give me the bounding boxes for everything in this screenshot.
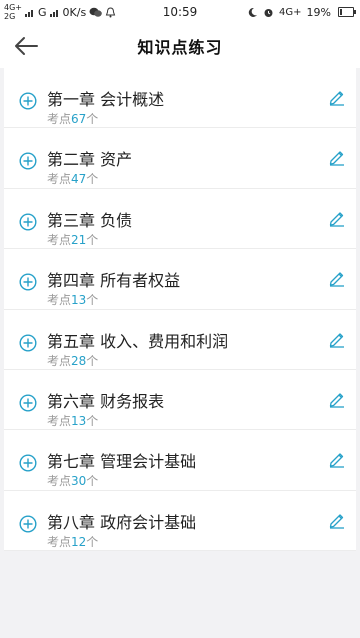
points-prefix: 考点 <box>47 172 72 187</box>
page-title: 知识点练习 <box>137 38 223 57</box>
signal-icon <box>25 9 33 17</box>
points-prefix: 考点 <box>47 112 72 126</box>
points-count: 考点13个 <box>47 291 98 308</box>
edit-pencil-icon[interactable] <box>328 269 346 287</box>
chapter-title: 第五章 收入、费用和利润 <box>47 331 229 351</box>
plus-circle-icon[interactable] <box>19 454 37 472</box>
points-prefix: 考点 <box>47 474 72 489</box>
points-prefix: 考点 <box>47 353 72 368</box>
chapter-list-item[interactable]: 第一章 会计概述 考点67个 <box>4 68 356 129</box>
points-suffix: 个 <box>86 232 99 247</box>
chapter-list-item[interactable]: 第四章 所有者权益 考点13个 <box>4 249 356 310</box>
points-number: 12 <box>71 534 87 549</box>
points-count: 考点67个 <box>47 110 98 127</box>
points-count: 考点21个 <box>47 231 98 248</box>
plus-circle-icon[interactable] <box>19 334 37 352</box>
points-prefix: 考点 <box>47 232 72 247</box>
wechat-icon <box>89 7 102 17</box>
chapter-list-item[interactable]: 第三章 负债 考点21个 <box>4 189 356 250</box>
points-prefix: 考点 <box>47 293 72 308</box>
edit-pencil-icon[interactable] <box>328 88 346 106</box>
points-number: 67 <box>71 112 87 126</box>
battery-level <box>340 9 342 15</box>
chapter-title: 第七章 管理会计基础 <box>47 452 197 472</box>
plus-circle-icon[interactable] <box>19 213 37 231</box>
points-number: 13 <box>71 413 87 428</box>
points-number: 47 <box>71 172 87 187</box>
alarm-icon <box>264 8 273 17</box>
carrier-g-label: G <box>38 5 47 19</box>
page-header: 知识点练习 <box>0 24 360 68</box>
points-count: 考点30个 <box>47 472 98 489</box>
points-suffix: 个 <box>86 534 99 549</box>
chapter-list-item[interactable]: 第八章 政府会计基础 考点12个 <box>4 491 356 552</box>
chapter-list-item[interactable]: 第七章 管理会计基础 考点30个 <box>4 430 356 491</box>
chapter-title: 第二章 资产 <box>47 150 133 170</box>
chapter-list-item[interactable]: 第五章 收入、费用和利润 考点28个 <box>4 310 356 370</box>
chapter-list-item[interactable]: 第六章 财务报表 考点13个 <box>4 370 356 431</box>
plus-circle-icon[interactable] <box>19 394 37 412</box>
points-suffix: 个 <box>86 474 99 489</box>
edit-pencil-icon[interactable] <box>328 148 346 167</box>
edit-pencil-icon[interactable] <box>328 511 346 529</box>
edit-pencil-icon[interactable] <box>328 209 346 227</box>
plus-circle-icon[interactable] <box>19 273 37 291</box>
do-not-disturb-icon <box>248 7 258 17</box>
network-type-bottom: 2G <box>4 12 16 21</box>
network-indicator: 4G+ 2G <box>4 3 22 21</box>
points-suffix: 个 <box>86 172 99 187</box>
back-button[interactable] <box>8 30 44 62</box>
points-count: 考点47个 <box>47 170 98 187</box>
points-number: 30 <box>71 474 87 489</box>
network-speed: 0K/s <box>62 5 87 19</box>
network-type-top: 4G+ <box>4 3 22 12</box>
points-count: 考点28个 <box>47 352 98 369</box>
points-suffix: 个 <box>86 112 99 126</box>
plus-circle-icon[interactable] <box>19 92 37 110</box>
chapter-title: 第六章 财务报表 <box>47 391 165 411</box>
chapter-title: 第三章 负债 <box>47 210 133 230</box>
back-arrow-icon <box>15 37 38 55</box>
battery-percent: 19% <box>306 5 331 19</box>
status-time: 10:59 <box>162 5 198 19</box>
network-type-right: 4G+ <box>279 6 302 18</box>
chapter-title: 第一章 会计概述 <box>47 90 165 109</box>
chapter-title: 第四章 所有者权益 <box>47 271 181 291</box>
points-number: 28 <box>71 353 87 368</box>
edit-pencil-icon[interactable] <box>328 390 346 408</box>
plus-circle-icon[interactable] <box>19 515 37 533</box>
points-suffix: 个 <box>86 413 99 428</box>
status-right: 4G+ 19% <box>247 6 360 19</box>
edit-pencil-icon[interactable] <box>328 450 346 468</box>
edit-pencil-icon[interactable] <box>328 330 346 348</box>
chapter-title: 第八章 政府会计基础 <box>47 512 197 532</box>
points-number: 21 <box>71 232 87 247</box>
battery-icon <box>338 7 356 17</box>
points-prefix: 考点 <box>47 534 72 549</box>
chapter-list: 第一章 会计概述 考点67个 第二章 资产 考点47个 第三章 负债 考点21个 <box>4 68 356 552</box>
status-bar: 4G+ 2G G 0K/s 10:59 4G+ 19% <box>0 0 360 24</box>
points-count: 考点13个 <box>47 412 98 429</box>
points-count: 考点12个 <box>47 533 98 550</box>
signal-icon-2 <box>49 9 58 17</box>
points-suffix: 个 <box>86 293 99 308</box>
notification-bell-icon <box>105 6 116 17</box>
plus-circle-icon[interactable] <box>19 152 37 170</box>
points-suffix: 个 <box>86 353 99 368</box>
points-prefix: 考点 <box>47 413 72 428</box>
status-left: 4G+ 2G G 0K/s <box>0 3 116 21</box>
chapter-list-item[interactable]: 第二章 资产 考点47个 <box>4 128 356 189</box>
points-number: 13 <box>71 293 87 308</box>
